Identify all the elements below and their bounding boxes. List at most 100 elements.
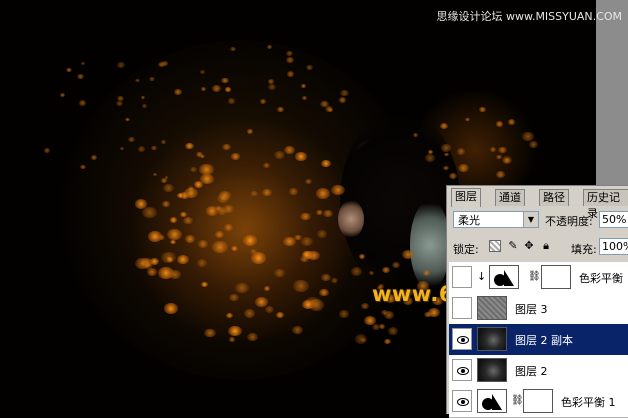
flower — [127, 136, 135, 142]
flower — [65, 67, 73, 73]
flower — [292, 325, 303, 334]
layer-name: 图层 2 — [515, 365, 548, 378]
move-icon[interactable]: ✥ — [523, 240, 535, 252]
eye-icon[interactable] — [452, 328, 472, 350]
flower — [197, 259, 207, 267]
flower — [142, 206, 157, 218]
flower — [44, 148, 50, 153]
flower — [169, 217, 177, 223]
lock-row: 锁定: ✎ ✥ 🔒︎ 填充: 100% — [447, 236, 628, 258]
flower — [387, 327, 398, 335]
eye-icon[interactable] — [452, 390, 472, 412]
flower — [440, 144, 451, 153]
flower — [423, 270, 431, 276]
eye-icon[interactable] — [452, 359, 472, 381]
flower — [300, 212, 311, 221]
flower — [59, 93, 65, 98]
tab-history[interactable]: 历史记录 — [583, 189, 628, 220]
flower — [190, 167, 197, 172]
flower — [229, 294, 239, 302]
brush-icon[interactable]: ✎ — [507, 240, 519, 252]
visibility-toggle[interactable] — [452, 297, 472, 319]
panel-tabs: 图层 通道 路径 历史记录 — [447, 186, 628, 220]
flower — [164, 175, 169, 179]
flower — [305, 65, 313, 71]
flower — [498, 147, 507, 154]
flower — [294, 234, 302, 240]
flower — [274, 269, 285, 278]
flower — [359, 254, 365, 259]
flower — [316, 210, 323, 215]
opacity-field[interactable]: 50% — [599, 211, 628, 228]
layer-row-layer-3[interactable]: 图层 3 — [449, 293, 628, 325]
layer-name: 色彩平衡 — [579, 272, 623, 285]
tab-paths[interactable]: 路径 — [539, 189, 569, 206]
tab-channels[interactable]: 通道 — [495, 189, 525, 206]
layer-row-color-balance-1[interactable]: ⛓︎ 色彩平衡 1 — [449, 386, 628, 418]
flower — [496, 154, 502, 160]
layer-row-layer-2-copy[interactable]: 图层 2 副本 — [449, 324, 628, 356]
layer-thumbnail — [477, 358, 507, 382]
flower — [142, 103, 148, 108]
fill-field[interactable]: 100% — [599, 238, 628, 255]
flower — [90, 154, 97, 160]
flower — [157, 62, 165, 68]
flower — [315, 188, 330, 199]
opacity-label: 不透明度: — [545, 215, 593, 228]
flower — [495, 171, 505, 178]
flower — [254, 297, 268, 307]
visibility-toggle[interactable] — [452, 266, 472, 288]
girl-shirt — [410, 200, 450, 290]
flower — [183, 216, 193, 224]
flower — [331, 184, 345, 195]
layer-mask-thumbnail[interactable] — [541, 265, 571, 289]
layer-row-color-balance[interactable]: ↓ ⛓︎ 色彩平衡 — [449, 262, 628, 294]
layer-mask-thumbnail[interactable] — [523, 389, 553, 413]
flower — [141, 95, 146, 99]
flower — [302, 299, 315, 309]
flower — [147, 231, 162, 242]
flower — [293, 280, 309, 293]
flower — [364, 315, 377, 325]
flower — [231, 245, 238, 251]
tab-layers[interactable]: 图层 — [451, 188, 481, 207]
flower — [286, 71, 295, 77]
flower — [502, 156, 513, 164]
flower — [116, 100, 123, 106]
flower — [194, 181, 204, 188]
flower — [78, 100, 86, 106]
flower — [119, 146, 124, 150]
flower — [289, 188, 298, 195]
flower — [228, 98, 236, 104]
flower — [402, 249, 415, 259]
flower — [162, 201, 170, 207]
flower — [464, 117, 470, 122]
blend-mode-value: 柔光 — [458, 214, 480, 227]
lock-transparency-icon[interactable] — [489, 240, 501, 252]
flower — [125, 117, 130, 122]
layer-name: 图层 3 — [515, 303, 548, 316]
chain-link-icon[interactable]: ⛓︎ — [528, 271, 541, 282]
flower — [134, 199, 148, 209]
lock-icon[interactable]: 🔒︎ — [540, 240, 552, 252]
flower — [264, 306, 274, 313]
flower — [305, 178, 313, 184]
chevron-down-icon[interactable]: ▼ — [523, 212, 538, 227]
chain-link-icon[interactable]: ⛓︎ — [511, 395, 524, 406]
layers-panel: 图层 通道 路径 历史记录 柔光 ▼ 不透明度: 50% 锁定: ✎ ✥ 🔒︎ … — [446, 185, 628, 418]
blend-mode-select[interactable]: 柔光 ▼ — [453, 211, 539, 228]
flower — [381, 310, 388, 316]
flower — [266, 45, 272, 49]
watermark-top-text: 思缘设计论坛 www.MISSYUAN.COM — [436, 10, 622, 23]
flower — [384, 338, 392, 344]
layer-name: 图层 2 副本 — [515, 334, 573, 347]
flower — [166, 228, 182, 241]
flower — [200, 86, 206, 91]
girl-hand — [338, 200, 364, 238]
flower — [522, 132, 534, 141]
flower — [321, 273, 331, 281]
layer-row-layer-2[interactable]: 图层 2 — [449, 355, 628, 387]
flower — [508, 119, 516, 125]
fill-label: 填充: — [571, 243, 597, 256]
flower — [479, 107, 486, 112]
